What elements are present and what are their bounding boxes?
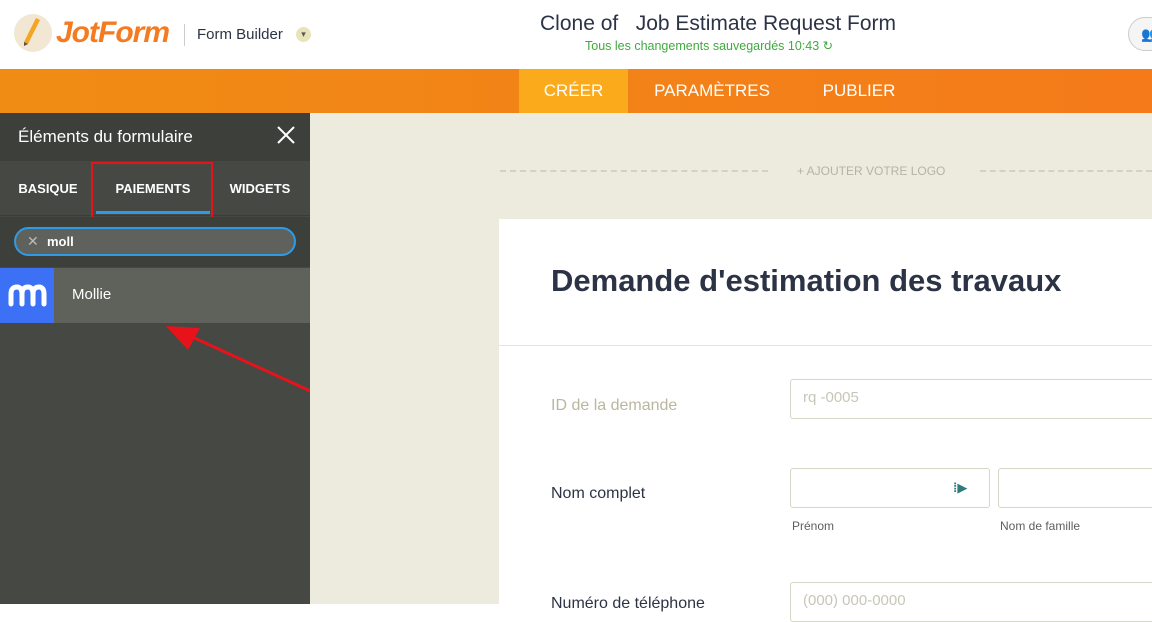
header-divider: [184, 24, 185, 46]
top-bar: JotForm Form Builder ▾ Clone of Job Esti…: [0, 0, 1152, 69]
users-button[interactable]: 👥: [1128, 17, 1152, 51]
close-icon[interactable]: [276, 125, 296, 145]
first-name-input[interactable]: ⁞▶: [790, 468, 990, 508]
save-status-text: Tous les changements sauvegardés 10:43: [585, 39, 820, 53]
tab-widgets[interactable]: WIDGETS: [216, 161, 304, 216]
input-placeholder: (000) 000-0000: [803, 592, 906, 609]
panel-title: Éléments du formulaire: [18, 127, 193, 146]
jotform-pencil-icon: [14, 14, 52, 52]
panel-header: Éléments du formulaire: [0, 113, 310, 161]
element-search-input[interactable]: ✕ moll: [14, 227, 296, 256]
search-value: moll: [47, 234, 74, 249]
logo-dashed-line: [500, 170, 768, 172]
clear-search-icon[interactable]: ✕: [27, 233, 39, 250]
sublabel-last-name: Nom de famille: [1000, 519, 1081, 533]
mollie-icon: [0, 268, 54, 323]
logo-dashed-line: [980, 170, 1152, 172]
add-logo-button[interactable]: + AJOUTER VOTRE LOGO: [797, 164, 945, 178]
tab-publier[interactable]: PUBLIER: [806, 69, 912, 113]
field-label-request-id: ID de la demande: [551, 397, 678, 414]
field-label-full-name: Nom complet: [551, 485, 646, 502]
phone-input[interactable]: (000) 000-0000: [790, 582, 1152, 622]
tab-basique[interactable]: BASIQUE: [6, 161, 90, 216]
brand-name: JotForm: [56, 16, 170, 49]
autofill-icon[interactable]: ⁞▶: [953, 480, 967, 496]
input-placeholder: rq -0005: [803, 389, 859, 406]
jotform-logo[interactable]: JotForm: [14, 14, 170, 52]
save-status: Tous les changements sauvegardés 10:43 ↻: [585, 38, 833, 53]
element-item-label: Mollie: [72, 286, 112, 303]
main-nav: CRÉER PARAMÈTRES PUBLIER: [0, 69, 1152, 113]
users-icon: 👥: [1141, 26, 1152, 42]
field-label-phone: Numéro de téléphone: [551, 595, 705, 612]
refresh-icon: ↻: [822, 39, 834, 53]
form-card: Demande d'estimation des travaux ID de l…: [499, 219, 1152, 622]
chevron-down-icon[interactable]: ▾: [296, 27, 311, 42]
request-id-input[interactable]: rq -0005: [790, 379, 1152, 419]
form-title[interactable]: Clone of Job Estimate Request Form: [540, 12, 896, 36]
tab-creer[interactable]: CRÉER: [519, 69, 628, 113]
search-area: ✕ moll: [0, 217, 310, 267]
form-header[interactable]: Demande d'estimation des travaux: [499, 219, 1152, 346]
form-heading[interactable]: Demande d'estimation des travaux: [551, 263, 1061, 299]
element-item-mollie[interactable]: Mollie: [0, 268, 310, 323]
tab-parametres[interactable]: PARAMÈTRES: [640, 69, 784, 113]
form-canvas: + AJOUTER VOTRE LOGO Demande d'estimatio…: [310, 113, 1152, 622]
form-builder-menu[interactable]: Form Builder: [197, 26, 283, 43]
sublabel-first-name: Prénom: [792, 519, 835, 533]
last-name-input[interactable]: [998, 468, 1152, 508]
